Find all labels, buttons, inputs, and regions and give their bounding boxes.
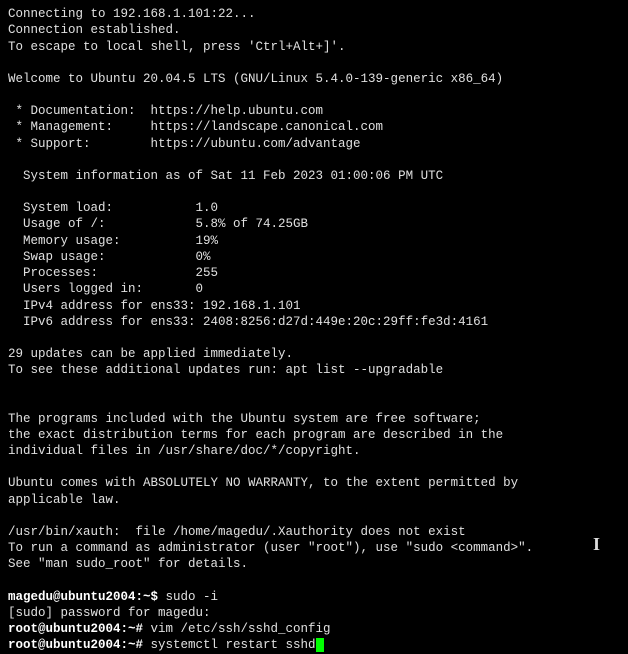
legal-line5: applicable law. — [8, 492, 620, 508]
blank-line — [8, 152, 620, 168]
sysinfo-procs: Processes: 255 — [8, 265, 620, 281]
welcome-banner: Welcome to Ubuntu 20.04.5 LTS (GNU/Linux… — [8, 71, 620, 87]
prompt-line-2: root@ubuntu2004:~# vim /etc/ssh/sshd_con… — [8, 621, 620, 637]
sysinfo-usage: Usage of /: 5.8% of 74.25GB — [8, 216, 620, 232]
sudo-hint1: To run a command as administrator (user … — [8, 540, 620, 556]
legal-line2: the exact distribution terms for each pr… — [8, 427, 620, 443]
prompt-line-3[interactable]: root@ubuntu2004:~# systemctl restart ssh… — [8, 637, 620, 653]
root-prompt: root@ubuntu2004:~# — [8, 622, 151, 636]
updates-line2: To see these additional updates run: apt… — [8, 362, 620, 378]
blank-line — [8, 395, 620, 411]
cmd-sudo: sudo -i — [166, 590, 219, 604]
blank-line — [8, 379, 620, 395]
cmd-vim: vim /etc/ssh/sshd_config — [151, 622, 331, 636]
sysinfo-header: System information as of Sat 11 Feb 2023… — [8, 168, 620, 184]
legal-line1: The programs included with the Ubuntu sy… — [8, 411, 620, 427]
cursor-block — [316, 638, 324, 652]
connection-established: Connection established. — [8, 22, 620, 38]
cmd-systemctl: systemctl restart sshd — [151, 638, 316, 652]
sysinfo-ipv6: IPv6 address for ens33: 2408:8256:d27d:4… — [8, 314, 620, 330]
blank-line — [8, 508, 620, 524]
sysinfo-mem: Memory usage: 19% — [8, 233, 620, 249]
legal-line4: Ubuntu comes with ABSOLUTELY NO WARRANTY… — [8, 475, 620, 491]
blank-line — [8, 87, 620, 103]
prompt-line-1: magedu@ubuntu2004:~$ sudo -i — [8, 589, 620, 605]
blank-line — [8, 330, 620, 346]
sysinfo-load: System load: 1.0 — [8, 200, 620, 216]
support-link: * Support: https://ubuntu.com/advantage — [8, 136, 620, 152]
user-prompt: magedu@ubuntu2004:~$ — [8, 590, 166, 604]
terminal-output[interactable]: Connecting to 192.168.1.101:22... Connec… — [8, 6, 620, 654]
xauth-warning: /usr/bin/xauth: file /home/magedu/.Xauth… — [8, 524, 620, 540]
updates-line1: 29 updates can be applied immediately. — [8, 346, 620, 362]
sudo-hint2: See "man sudo_root" for details. — [8, 556, 620, 572]
blank-line — [8, 184, 620, 200]
legal-line3: individual files in /usr/share/doc/*/cop… — [8, 443, 620, 459]
sudo-password-prompt: [sudo] password for magedu: — [8, 605, 620, 621]
connecting-line: Connecting to 192.168.1.101:22... — [8, 6, 620, 22]
blank-line — [8, 573, 620, 589]
blank-line — [8, 55, 620, 71]
sysinfo-users: Users logged in: 0 — [8, 281, 620, 297]
mgmt-link: * Management: https://landscape.canonica… — [8, 119, 620, 135]
doc-link: * Documentation: https://help.ubuntu.com — [8, 103, 620, 119]
sysinfo-ipv4: IPv4 address for ens33: 192.168.1.101 — [8, 298, 620, 314]
blank-line — [8, 459, 620, 475]
root-prompt: root@ubuntu2004:~# — [8, 638, 151, 652]
sysinfo-swap: Swap usage: 0% — [8, 249, 620, 265]
escape-hint: To escape to local shell, press 'Ctrl+Al… — [8, 39, 620, 55]
